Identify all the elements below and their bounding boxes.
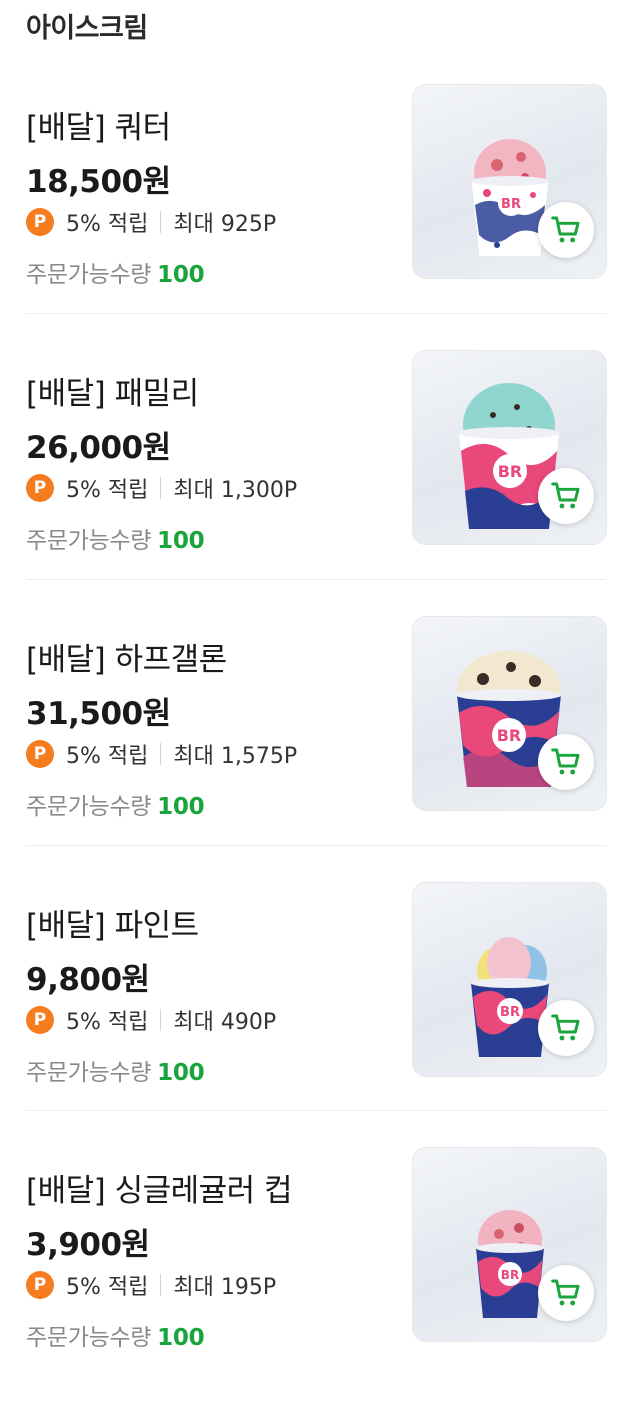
point-badge-icon: P bbox=[26, 1271, 54, 1299]
product-price: 9,800원 bbox=[26, 962, 150, 998]
add-to-cart-button[interactable] bbox=[538, 468, 594, 524]
svg-text:BR: BR bbox=[497, 726, 522, 745]
qty-label: 주문가능수량 bbox=[26, 1060, 152, 1086]
point-rate: 5% 적립 bbox=[66, 212, 149, 237]
svg-text:BR: BR bbox=[501, 197, 521, 212]
section-title: 아이스크림 bbox=[26, 13, 148, 44]
product-name: [배달] 싱글레귤러 컵 bbox=[26, 1173, 293, 1209]
point-info: P 5% 적립 최대 1,300P bbox=[26, 473, 297, 503]
point-max: 최대 1,300P bbox=[173, 478, 298, 503]
product-card-half-gallon[interactable]: [배달] 하프갤론 31,500원 P 5% 적립 최대 1,575P 주문가능… bbox=[26, 616, 607, 882]
point-info: P 5% 적립 최대 195P bbox=[26, 1270, 276, 1300]
product-card-pint[interactable]: [배달] 파인트 9,800원 P 5% 적립 최대 490P 주문가능수량 10… bbox=[26, 882, 607, 1148]
point-badge-icon: P bbox=[26, 474, 54, 502]
order-quantity: 주문가능수량 100 bbox=[26, 521, 205, 555]
cart-icon bbox=[551, 482, 580, 509]
order-quantity: 주문가능수량 100 bbox=[26, 1053, 205, 1087]
point-info: P 5% 적립 최대 1,575P bbox=[26, 739, 297, 769]
qty-value: 100 bbox=[157, 1325, 205, 1351]
qty-value: 100 bbox=[157, 1060, 205, 1086]
product-card-family[interactable]: [배달] 패밀리 26,000원 P 5% 적립 최대 1,300P 주문가능수… bbox=[26, 350, 607, 616]
product-price: 31,500원 bbox=[26, 696, 171, 732]
order-quantity: 주문가능수량 100 bbox=[26, 787, 205, 821]
point-badge-icon: P bbox=[26, 208, 54, 236]
order-quantity: 주문가능수량 100 bbox=[26, 255, 205, 289]
divider bbox=[160, 1274, 162, 1296]
product-name: [배달] 패밀리 bbox=[26, 376, 199, 412]
qty-label: 주문가능수량 bbox=[26, 794, 152, 820]
divider bbox=[160, 743, 162, 765]
product-image[interactable]: BR bbox=[412, 1147, 607, 1342]
qty-value: 100 bbox=[157, 262, 205, 288]
product-image[interactable]: BR bbox=[412, 882, 607, 1077]
point-rate: 5% 적립 bbox=[66, 1010, 149, 1035]
qty-label: 주문가능수량 bbox=[26, 262, 152, 288]
point-max: 최대 195P bbox=[173, 1275, 277, 1300]
divider bbox=[26, 1110, 606, 1111]
product-name: [배달] 파인트 bbox=[26, 908, 199, 944]
add-to-cart-button[interactable] bbox=[538, 734, 594, 790]
qty-label: 주문가능수량 bbox=[26, 1325, 152, 1351]
point-max: 최대 925P bbox=[173, 212, 277, 237]
product-card-quarter[interactable]: [배달] 쿼터 18,500원 P 5% 적립 최대 925P 주문가능수량 10… bbox=[26, 84, 607, 350]
divider bbox=[160, 211, 162, 233]
product-image[interactable]: BR bbox=[412, 84, 607, 279]
point-info: P 5% 적립 최대 925P bbox=[26, 207, 276, 237]
qty-value: 100 bbox=[157, 794, 205, 820]
point-info: P 5% 적립 최대 490P bbox=[26, 1005, 276, 1035]
qty-label: 주문가능수량 bbox=[26, 528, 152, 554]
product-image[interactable]: BR bbox=[412, 350, 607, 545]
svg-text:BR: BR bbox=[500, 1005, 520, 1020]
point-badge-icon: P bbox=[26, 740, 54, 768]
point-max: 최대 490P bbox=[173, 1010, 277, 1035]
product-name: [배달] 쿼터 bbox=[26, 110, 171, 146]
product-price: 26,000원 bbox=[26, 430, 171, 466]
cart-icon bbox=[551, 748, 580, 775]
product-card-single-regular-cup[interactable]: [배달] 싱글레귤러 컵 3,900원 P 5% 적립 최대 195P 주문가능… bbox=[26, 1147, 607, 1413]
add-to-cart-button[interactable] bbox=[538, 202, 594, 258]
point-max: 최대 1,575P bbox=[173, 744, 298, 769]
divider bbox=[160, 1009, 162, 1031]
divider bbox=[26, 579, 606, 580]
cart-icon bbox=[551, 216, 580, 243]
cart-icon bbox=[551, 1014, 580, 1041]
product-price: 3,900원 bbox=[26, 1227, 150, 1263]
product-price: 18,500원 bbox=[26, 164, 171, 200]
point-badge-icon: P bbox=[26, 1006, 54, 1034]
cart-icon bbox=[551, 1279, 580, 1306]
qty-value: 100 bbox=[157, 528, 205, 554]
svg-text:BR: BR bbox=[498, 462, 523, 481]
add-to-cart-button[interactable] bbox=[538, 1000, 594, 1056]
point-rate: 5% 적립 bbox=[66, 478, 149, 503]
point-rate: 5% 적립 bbox=[66, 1275, 149, 1300]
divider bbox=[160, 477, 162, 499]
order-quantity: 주문가능수량 100 bbox=[26, 1318, 205, 1352]
point-rate: 5% 적립 bbox=[66, 744, 149, 769]
product-name: [배달] 하프갤론 bbox=[26, 642, 227, 678]
product-image[interactable]: BR bbox=[412, 616, 607, 811]
add-to-cart-button[interactable] bbox=[538, 1265, 594, 1321]
divider bbox=[26, 313, 606, 314]
divider bbox=[26, 845, 606, 846]
svg-text:BR: BR bbox=[501, 1268, 519, 1282]
